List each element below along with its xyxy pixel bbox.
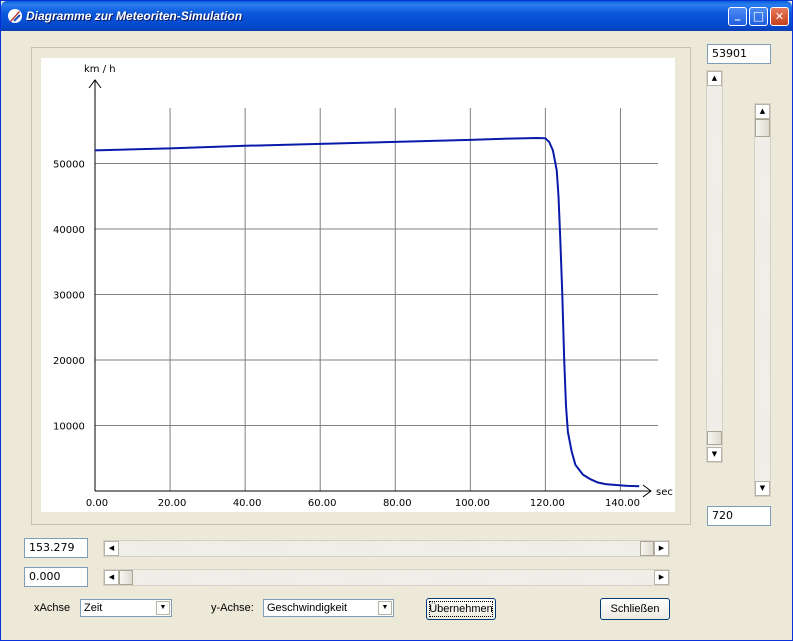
y-min-input[interactable]: 720: [707, 506, 771, 526]
series-line-velocity: [94, 136, 640, 488]
y-axis-select-value: Geschwindigkeit: [267, 602, 348, 614]
x-tick-label: 60.00: [308, 498, 337, 509]
window-title: Diagramme zur Meteoriten-Simulation: [26, 9, 243, 23]
plot-area: 0.00 20.00 40.00 60.00 80.00 100.00 120.00 140.…: [41, 58, 675, 512]
arrow-up-icon: ▲: [759, 107, 766, 115]
x-tick-label: 80.00: [383, 498, 412, 509]
x-axis-select[interactable]: Zeit ▼: [80, 599, 172, 617]
maximize-icon: □: [752, 9, 765, 23]
x-tick-label: 140.00: [605, 498, 640, 509]
app-icon: [8, 9, 22, 23]
minimize-icon: _: [734, 8, 741, 21]
x-min-scrollbar[interactable]: ◀ ▶: [103, 569, 670, 586]
scroll-thumb[interactable]: [755, 119, 770, 137]
minimize-button[interactable]: _: [728, 7, 747, 26]
scroll-right-button[interactable]: ▶: [654, 541, 669, 556]
x-axis-label: xAchse: [34, 602, 71, 614]
arrow-right-icon: ▶: [658, 573, 665, 581]
x-max-input[interactable]: 153.279: [24, 538, 88, 558]
y-tick-label: 10000: [53, 422, 85, 433]
x-tick-label: 0.00: [86, 498, 108, 509]
y-axis-label: y-Achse:: [211, 602, 254, 614]
maximize-button[interactable]: □: [749, 7, 768, 26]
x-max-scrollbar[interactable]: ◀ ▶: [103, 540, 670, 557]
y-max-scrollbar[interactable]: ▲ ▼: [706, 70, 723, 463]
close-window-button[interactable]: ✕: [770, 7, 789, 26]
y-axis-unit-label: km / h: [84, 64, 116, 75]
arrow-down-icon: ▼: [759, 484, 766, 492]
arrow-left-icon: ◀: [108, 573, 115, 581]
y-tick-label: 30000: [53, 291, 85, 302]
title-bar[interactable]: Diagramme zur Meteoriten-Simulation _ □ …: [1, 1, 792, 31]
scroll-thumb[interactable]: [119, 570, 133, 585]
scroll-left-button[interactable]: ◀: [104, 541, 119, 556]
y-tick-label: 40000: [53, 225, 85, 236]
scroll-thumb[interactable]: [707, 431, 722, 445]
close-button[interactable]: Schließen: [600, 598, 670, 620]
arrow-down-icon: ▼: [711, 450, 718, 458]
apply-button[interactable]: Übernehmen: [426, 598, 496, 620]
x-min-input[interactable]: 0.000: [24, 567, 88, 587]
y-axis-select[interactable]: Geschwindigkeit ▼: [263, 599, 394, 617]
chevron-down-icon[interactable]: ▼: [378, 601, 392, 615]
arrow-right-icon: ▶: [658, 544, 665, 552]
x-tick-label: 120.00: [530, 498, 565, 509]
close-icon: ✕: [774, 10, 785, 23]
velocity-chart: 0.00 20.00 40.00 60.00 80.00 100.00 120.00 140.…: [53, 64, 673, 509]
x-axis-unit-label: sec: [656, 487, 673, 498]
scroll-down-button[interactable]: ▼: [755, 481, 770, 496]
scroll-up-button[interactable]: ▲: [755, 104, 770, 119]
scroll-thumb[interactable]: [640, 541, 654, 556]
x-tick-label: 20.00: [158, 498, 187, 509]
chevron-down-icon[interactable]: ▼: [156, 601, 170, 615]
arrow-up-icon: ▲: [711, 74, 718, 82]
scroll-up-button[interactable]: ▲: [707, 71, 722, 86]
scroll-down-button[interactable]: ▼: [707, 447, 722, 462]
y-tick-label: 50000: [53, 160, 85, 171]
y-min-scrollbar[interactable]: ▲ ▼: [754, 103, 771, 497]
x-tick-label: 40.00: [233, 498, 262, 509]
arrow-left-icon: ◀: [108, 544, 115, 552]
x-tick-label: 100.00: [455, 498, 490, 509]
scroll-left-button[interactable]: ◀: [104, 570, 119, 585]
scroll-right-button[interactable]: ▶: [654, 570, 669, 585]
y-max-input[interactable]: 53901: [707, 44, 771, 64]
x-axis-select-value: Zeit: [84, 602, 103, 614]
app-window: Diagramme zur Meteoriten-Simulation _ □ …: [0, 0, 793, 641]
y-tick-label: 20000: [53, 356, 85, 367]
